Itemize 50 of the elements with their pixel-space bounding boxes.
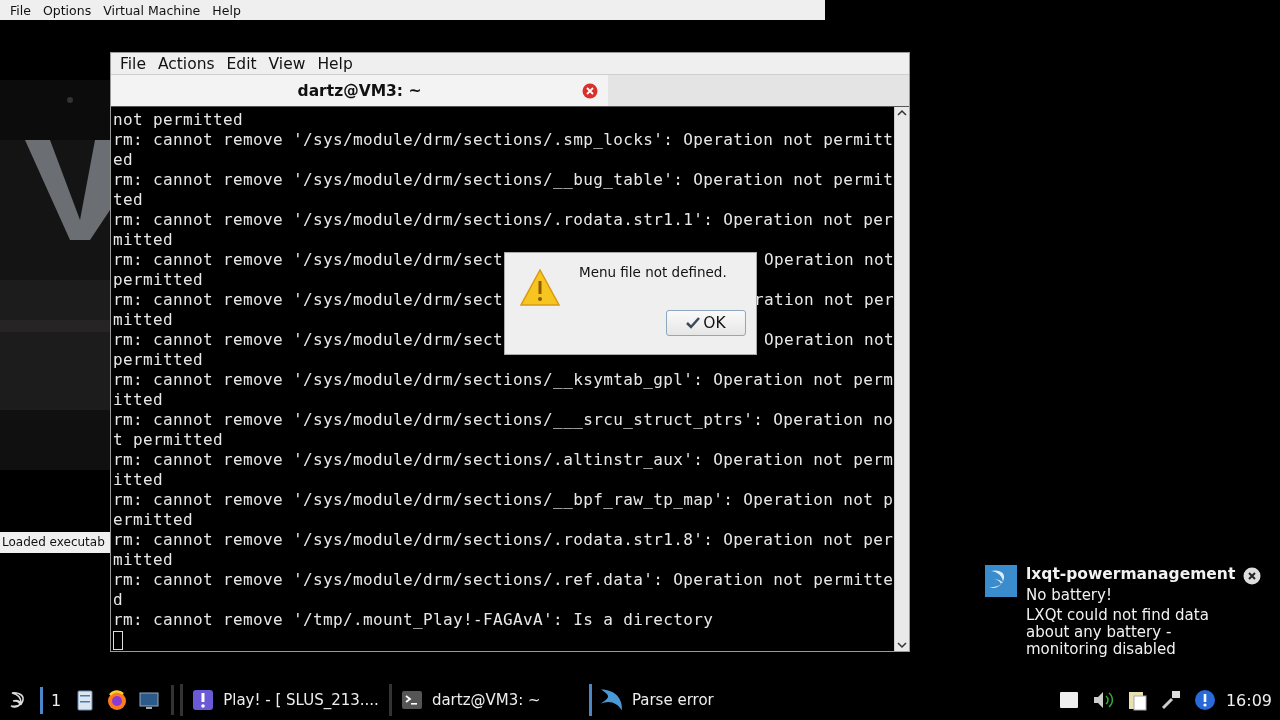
status-text: Loaded executab <box>0 532 110 553</box>
menu-item[interactable]: File <box>114 54 152 73</box>
terminal-line: Operation not <box>763 250 894 270</box>
terminal-line: ted <box>113 190 143 210</box>
terminal-line: ed <box>113 150 133 170</box>
terminal-line: rm: cannot remove '/sys/module/drm/sections/.smp_locks': Operation not permitt <box>113 130 894 150</box>
terminal-line: rm: cannot remove '/sys/module/drm/sections/__bug_table': Operation not permit <box>113 170 894 190</box>
terminal-line: rm: cannot remove '/sys/module/drm/sect <box>113 330 504 350</box>
terminal-line: itted <box>113 390 163 410</box>
menu-item[interactable]: Options <box>36 2 98 18</box>
menu-item[interactable]: Help <box>206 2 247 18</box>
terminal-line: d <box>113 590 123 610</box>
menu-item[interactable]: Help <box>311 54 359 73</box>
terminal-line: permitted <box>113 350 204 370</box>
clock[interactable]: 16:09 <box>1225 690 1272 710</box>
task-button[interactable]: Parse error <box>588 684 789 716</box>
task-button[interactable]: Play! - [ SLUS_213.... <box>180 684 389 716</box>
terminal-line: mitted <box>113 310 174 330</box>
terminal-line: rm: cannot remove '/tmp/.mount_Play!-FAGAvA': Is a directory <box>113 610 714 630</box>
terminal-line: rm: cannot remove '/sys/module/drm/sections/__ksymtab_gpl': Operation not perm <box>113 370 894 390</box>
menu-item[interactable]: Virtual Machine <box>97 2 207 18</box>
menu-item[interactable]: Actions <box>151 54 221 73</box>
menu-item[interactable]: Edit <box>220 54 263 73</box>
terminal-line: rm: cannot remove '/sys/module/drm/sect <box>113 250 504 270</box>
notification-body: LXQt could not find data about any battery - monitoring disabled <box>1026 607 1210 658</box>
terminal-line: t permitted <box>113 430 224 450</box>
terminal-line: ration not per <box>753 290 894 310</box>
terminal-line: mitted <box>113 230 174 250</box>
terminal-line: rm: cannot remove '/sys/module/drm/sections/.rodata.str1.8': Operation not per <box>113 530 894 550</box>
menu-item[interactable]: View <box>262 54 312 73</box>
terminal-line: Operation not <box>763 330 894 350</box>
desktop-switch[interactable]: 1 <box>40 686 70 714</box>
terminal-line: rm: cannot remove '/sys/module/drm/sections/.ref.data': Operation not permitte <box>113 570 894 590</box>
terminal-tab[interactable]: dartz@VM3: ~ <box>111 75 608 106</box>
terminal-line: rm: cannot remove '/sys/module/drm/sections/.altinstr_aux': Operation not perm <box>113 450 894 470</box>
menu-item[interactable]: File <box>4 2 37 18</box>
dialog-message: Menu file not defined. <box>579 264 727 280</box>
terminal-line: not permitted <box>113 110 244 130</box>
ok-button[interactable]: OK <box>666 310 746 336</box>
terminal-line: mitted <box>113 550 174 570</box>
terminal-line: ermitted <box>113 510 194 530</box>
terminal-line: permitted <box>113 270 204 290</box>
terminal-line: rm: cannot remove '/sys/module/drm/sections/___srcu_struct_ptrs': Operation no <box>113 410 894 430</box>
notification-title: lxqt-powermanagement <box>1026 565 1237 583</box>
terminal-line: rm: cannot remove '/sys/module/drm/sections/__bpf_raw_tp_map': Operation not p <box>113 490 894 510</box>
terminal-line: rm: cannot remove '/sys/module/drm/sect <box>113 290 504 310</box>
task-button[interactable]: dartz@VM3: ~ <box>388 684 589 716</box>
terminal-line: itted <box>113 470 163 490</box>
notification-summary: No battery! <box>1026 586 1113 604</box>
terminal-line: rm: cannot remove '/sys/module/drm/sections/.rodata.str1.1': Operation not per <box>113 210 894 230</box>
